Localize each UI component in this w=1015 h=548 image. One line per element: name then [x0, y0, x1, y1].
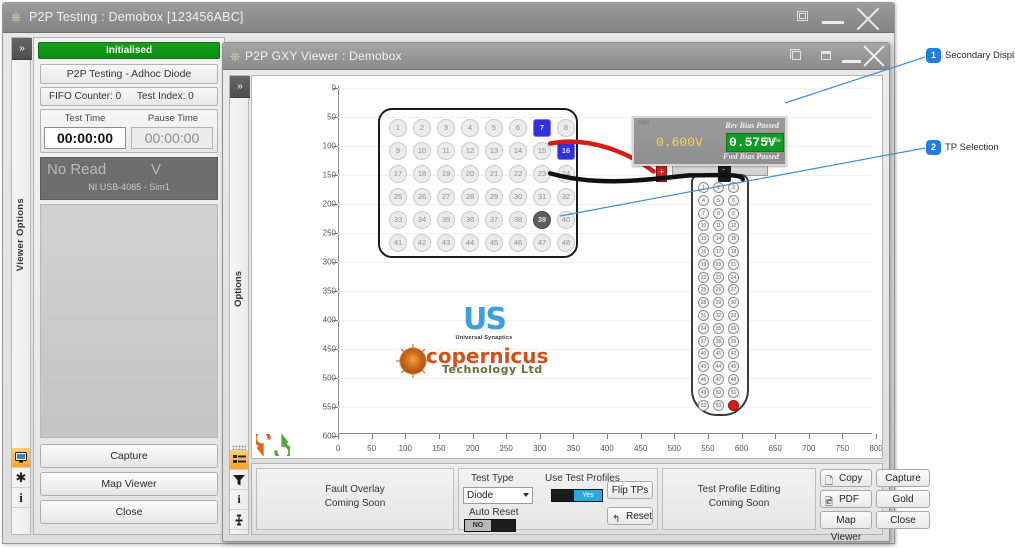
annotation-badge-1: 1 — [926, 48, 941, 63]
annotation-label-1: Secondary Display — [945, 50, 1015, 61]
annotation-leader-lines — [559, 56, 926, 217]
screenshot-root: ❊ P2P Testing : Demobox [123456ABC] » Vi… — [0, 0, 1015, 548]
annotation-label-2: TP Selection — [945, 142, 999, 153]
annotation-badge-2: 2 — [926, 140, 941, 155]
